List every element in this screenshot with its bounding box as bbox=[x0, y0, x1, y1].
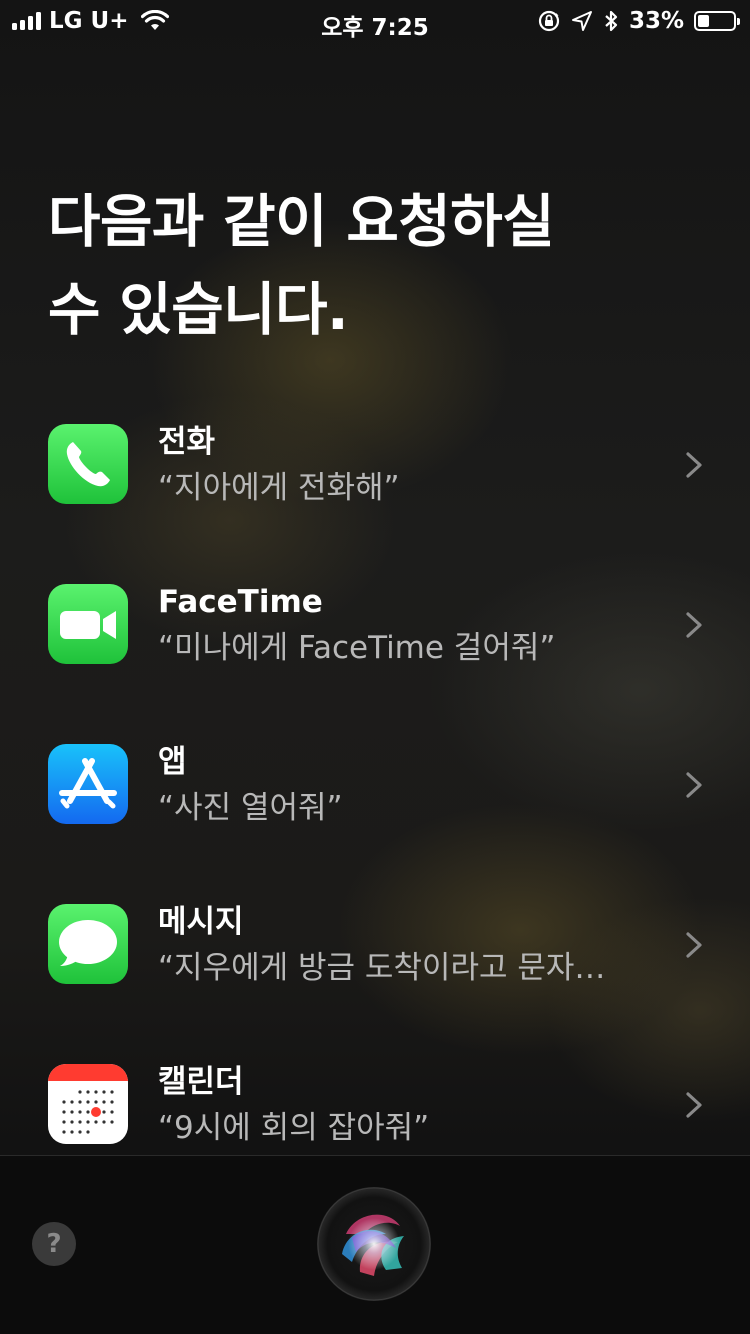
suggestion-facetime[interactable]: FaceTime “미나에게 FaceTime 걸어줘” bbox=[0, 580, 750, 740]
suggestion-example: “지아에게 전화해” bbox=[158, 470, 400, 506]
messages-app-icon bbox=[48, 904, 128, 984]
suggestion-title: FaceTime bbox=[158, 584, 323, 620]
calendar-app-icon bbox=[48, 1064, 128, 1144]
facetime-app-icon bbox=[48, 584, 128, 664]
page-title: 다음과 같이 요청하실 수 있습니다. bbox=[48, 178, 688, 354]
status-bar: LG U+ 오후 7:25 33% bbox=[0, 0, 750, 42]
suggestion-list: 전화 “지아에게 전화해” FaceTime “미나에게 FaceTime 걸어… bbox=[0, 420, 750, 1220]
battery-level bbox=[698, 15, 710, 27]
suggestion-title: 메시지 bbox=[158, 904, 244, 940]
siri-orb-icon[interactable] bbox=[316, 1186, 432, 1302]
suggestion-example: “9시에 회의 잡아줘” bbox=[158, 1110, 430, 1146]
suggestion-example: “사진 열어줘” bbox=[158, 790, 343, 826]
chevron-right-icon bbox=[686, 772, 702, 798]
chevron-right-icon bbox=[686, 612, 702, 638]
suggestion-app-store[interactable]: 앱 “사진 열어줘” bbox=[0, 740, 750, 900]
suggestion-title: 전화 bbox=[158, 424, 216, 460]
chevron-right-icon bbox=[686, 932, 702, 958]
page-title-line-2: 수 있습니다. bbox=[48, 277, 349, 343]
chevron-right-icon bbox=[686, 452, 702, 478]
location-arrow-icon bbox=[571, 11, 592, 31]
app-store-icon bbox=[48, 744, 128, 824]
suggestion-messages[interactable]: 메시지 “지우에게 방금 도착이라고 문자… bbox=[0, 900, 750, 1060]
phone-app-icon bbox=[48, 424, 128, 504]
orientation-lock-icon bbox=[538, 10, 560, 32]
bottom-bar: ? bbox=[0, 1156, 750, 1334]
page-title-line-1: 다음과 같이 요청하실 bbox=[48, 189, 555, 255]
suggestion-title: 앱 bbox=[158, 744, 187, 780]
suggestion-example: “미나에게 FaceTime 걸어줘” bbox=[158, 630, 556, 666]
chevron-right-icon bbox=[686, 1092, 702, 1118]
bluetooth-icon bbox=[605, 10, 618, 32]
help-button[interactable]: ? bbox=[32, 1222, 76, 1266]
battery-percent: 33% bbox=[628, 8, 684, 34]
suggestion-phone[interactable]: 전화 “지아에게 전화해” bbox=[0, 420, 750, 580]
status-right: 33% bbox=[537, 8, 740, 34]
suggestion-example: “지우에게 방금 도착이라고 문자… bbox=[158, 950, 606, 986]
battery-icon bbox=[694, 11, 740, 31]
suggestion-title: 캘린더 bbox=[158, 1064, 244, 1100]
